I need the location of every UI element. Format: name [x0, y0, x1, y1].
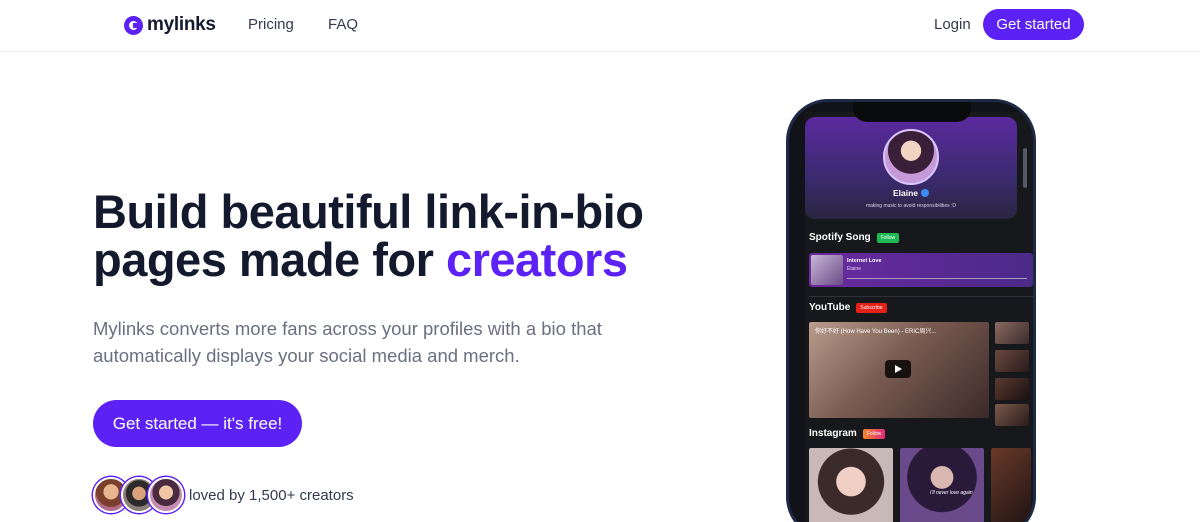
- instagram-post[interactable]: I'll never love again: [900, 448, 984, 522]
- video-thumbnail[interactable]: [995, 350, 1029, 372]
- video-thumbnail[interactable]: [995, 404, 1029, 426]
- nav-link-faq[interactable]: FAQ: [328, 16, 358, 33]
- spotify-track[interactable]: Internet Love Elaine: [809, 253, 1033, 287]
- video-caption: 你好不好 (How Have You Been) - ERIC周兴...: [815, 329, 937, 335]
- hero-subtext: Mylinks converts more fans across your p…: [93, 318, 602, 366]
- profile-avatar: [883, 129, 939, 185]
- phone-screen: Elaine making music to avoid responsibil…: [805, 112, 1033, 522]
- profile-name: Elaine: [805, 188, 1017, 198]
- avatar: [148, 477, 184, 513]
- track-artwork: [811, 255, 843, 285]
- get-started-button[interactable]: Get started: [983, 9, 1084, 40]
- headline-line-1: Build beautiful link-in-bio: [93, 185, 644, 238]
- video-thumbnail[interactable]: [995, 322, 1029, 344]
- headline-accent: creators: [445, 233, 628, 286]
- divider: [809, 296, 1033, 297]
- headline-line-2: pages made for: [93, 233, 446, 286]
- hero-get-started-button[interactable]: Get started — it's free!: [93, 400, 302, 447]
- scrollbar[interactable]: [1023, 148, 1027, 188]
- login-link[interactable]: Login: [934, 16, 971, 33]
- creator-avatars: [93, 477, 184, 513]
- youtube-video-thumbnail[interactable]: 你好不好 (How Have You Been) - ERIC周兴...: [809, 322, 989, 418]
- hero-headline: Build beautiful link-in-bio pages made f…: [93, 188, 713, 284]
- track-progress: [847, 278, 1027, 279]
- track-name: Internet Love: [847, 258, 882, 264]
- profile-card: Elaine making music to avoid responsibil…: [805, 117, 1017, 219]
- youtube-subscribe-badge[interactable]: Subscribe: [856, 302, 887, 313]
- video-thumbnail[interactable]: [995, 378, 1029, 400]
- instagram-post[interactable]: [991, 448, 1031, 522]
- profile-bio: making music to avoid responsibilities :…: [865, 203, 957, 209]
- phone-mockup: Elaine making music to avoid responsibil…: [786, 99, 1036, 522]
- logo-text: mylinks: [147, 14, 216, 35]
- top-nav: mylinks Pricing FAQ Login Get started: [0, 0, 1200, 52]
- youtube-section-title: YouTube Subscribe: [809, 302, 887, 313]
- phone-notch: [853, 102, 971, 122]
- logo[interactable]: mylinks: [124, 13, 216, 37]
- social-proof-text: loved by 1,500+ creators: [189, 486, 354, 504]
- nav-link-pricing[interactable]: Pricing: [248, 16, 294, 33]
- track-artist: Elaine: [847, 266, 861, 272]
- social-proof: loved by 1,500+ creators: [93, 477, 354, 513]
- spotify-section-title: Spotify Song Follow: [809, 232, 900, 243]
- play-icon[interactable]: [885, 360, 911, 378]
- logo-icon: [124, 15, 143, 35]
- verified-badge-icon: [921, 189, 930, 197]
- instagram-post[interactable]: [809, 448, 893, 522]
- spotify-follow-badge[interactable]: Follow: [876, 232, 900, 243]
- instagram-caption: I'll never love again: [930, 490, 973, 496]
- instagram-section-title: Instagram Follow: [809, 428, 886, 439]
- instagram-follow-badge[interactable]: Follow: [862, 428, 886, 439]
